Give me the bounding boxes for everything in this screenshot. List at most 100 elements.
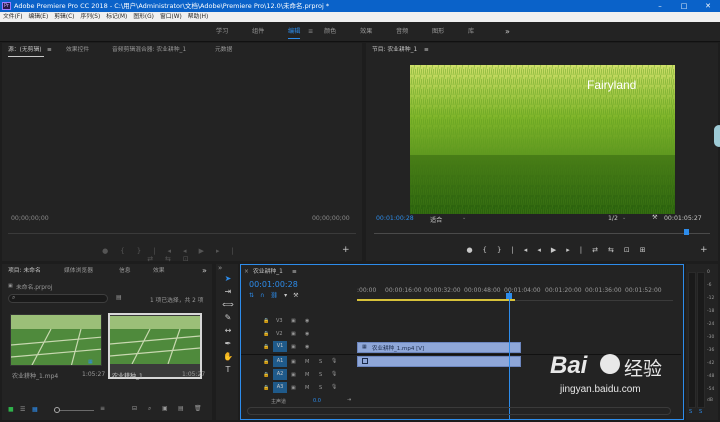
slip-tool-icon[interactable]: ↔ [222, 325, 234, 337]
sync-lock-icon[interactable]: ▣ [291, 385, 296, 391]
mute-button[interactable]: M [305, 372, 309, 378]
program-time-ruler[interactable] [374, 233, 710, 238]
track-name[interactable]: A2 [273, 369, 287, 380]
zoom-slider-handle[interactable] [54, 407, 60, 413]
workspace-color[interactable]: 颜色 [324, 22, 336, 42]
menu-sequence[interactable]: 序列(S) [77, 12, 103, 22]
menu-edit[interactable]: 编辑(E) [25, 12, 51, 22]
wrench-icon[interactable]: ⚒ [652, 214, 658, 221]
eye-icon[interactable]: ◉ [305, 331, 309, 337]
automate-icon[interactable]: ⊟ [132, 405, 137, 412]
tab-project[interactable]: 项目: 未命名 [8, 264, 41, 278]
tab-info[interactable]: 信息 [119, 264, 131, 278]
trash-icon[interactable]: 🗑 [194, 405, 202, 412]
playhead-handle[interactable] [506, 293, 512, 299]
workspace-editing[interactable]: 编辑 [288, 22, 301, 42]
hand-tool-icon[interactable]: ✋ [222, 351, 234, 363]
timeline-scrollbar[interactable] [247, 407, 671, 415]
tab-effects[interactable]: 效果 [153, 264, 165, 278]
fit-dropdown[interactable]: 适合 [430, 215, 442, 224]
sync-lock-icon[interactable]: ▣ [291, 344, 296, 350]
list-view-icon[interactable]: ☰ [20, 406, 25, 413]
lock-icon[interactable]: ■ [8, 406, 14, 413]
more-panels-icon[interactable]: » [202, 264, 207, 278]
tab-media-browser[interactable]: 媒体浏览器 [64, 264, 93, 278]
workspace-menu-icon[interactable]: ≡ [308, 22, 313, 42]
workspace-audio[interactable]: 音频 [396, 22, 408, 42]
solo-button[interactable]: S [319, 372, 322, 378]
go-to-end-icon[interactable]: ⇥ [347, 397, 351, 403]
find-icon[interactable]: ⌕ [148, 405, 151, 413]
track-name[interactable]: A1 [273, 356, 287, 367]
icon-view-icon[interactable]: ▦ [32, 406, 38, 413]
meter-solo-left-button[interactable]: S [689, 409, 692, 415]
type-tool-icon[interactable]: T [222, 364, 234, 376]
ripple-edit-tool-icon[interactable]: ⟺ [222, 299, 234, 311]
track-lock-icon[interactable]: 🔒 [263, 331, 269, 337]
search-input[interactable] [8, 294, 108, 303]
fit-chevron-down-icon[interactable]: ⌄ [462, 215, 466, 221]
sort-icon[interactable]: ≡ [100, 405, 105, 412]
tab-metadata[interactable]: 元数据 [215, 43, 232, 57]
mute-button[interactable]: M [305, 359, 309, 365]
tab-effect-controls[interactable]: 效果控件 [66, 43, 89, 57]
linked-selection-icon[interactable]: ⛓ [270, 292, 284, 299]
tab-source[interactable]: 源：(无剪辑) [8, 43, 42, 57]
track-lock-icon[interactable]: 🔒 [263, 359, 269, 365]
tab-audio-clip-mixer[interactable]: 音频剪辑混合器: 农业耕种_1 [112, 43, 186, 57]
workspace-graphics[interactable]: 图形 [432, 22, 444, 42]
menu-clip[interactable]: 剪辑(C) [51, 12, 77, 22]
timeline-playhead[interactable] [509, 291, 510, 419]
sequence-item-thumbnail[interactable] [108, 313, 202, 379]
sync-lock-icon[interactable]: ▣ [291, 359, 296, 365]
meter-solo-right-button[interactable]: S [699, 409, 702, 415]
program-title[interactable]: 节目: 农业耕种_1 [372, 43, 417, 57]
voiceover-mic-icon[interactable]: 🎙 [331, 371, 337, 377]
work-area-bar[interactable] [357, 299, 515, 301]
track-lock-icon[interactable]: 🔒 [263, 372, 269, 378]
menu-help[interactable]: 帮助(H) [185, 12, 211, 22]
track-lock-icon[interactable]: 🔒 [263, 344, 269, 350]
timeline-tab[interactable]: 农业耕种_1 [253, 265, 283, 279]
voiceover-mic-icon[interactable]: 🎙 [331, 358, 337, 364]
side-handle[interactable] [714, 125, 720, 147]
nest-icon[interactable]: ⇅ [249, 292, 260, 299]
master-volume-value[interactable]: 0.0 [313, 398, 321, 404]
timeline-timecode[interactable]: 00:01:00:28 [249, 280, 298, 289]
minimize-button[interactable]: – [648, 0, 672, 12]
menu-window[interactable]: 窗口(W) [157, 12, 185, 22]
more-workspaces-icon[interactable]: » [505, 22, 510, 42]
new-bin-icon[interactable]: ▤ [116, 294, 122, 301]
workspace-libraries[interactable]: 库 [468, 22, 474, 42]
timeline-menu-icon[interactable]: ≡ [292, 265, 297, 279]
snap-icon[interactable]: ∩ [260, 292, 270, 299]
eye-icon[interactable]: ◉ [305, 344, 309, 350]
workspace-effects[interactable]: 效果 [360, 22, 372, 42]
mute-button[interactable]: M [305, 385, 309, 391]
audio-clip[interactable] [357, 356, 521, 367]
workspace-assembly[interactable]: 组件 [252, 22, 264, 42]
program-add-button-icon[interactable]: + [700, 245, 708, 255]
new-item-icon[interactable]: ▤ [178, 405, 184, 412]
maximize-button[interactable]: □ [672, 0, 696, 12]
track-select-tool-icon[interactable]: ⇥ [222, 286, 234, 298]
timeline-close-icon[interactable]: × [244, 265, 249, 279]
track-lock-icon[interactable]: 🔒 [263, 385, 269, 391]
add-marker-icon[interactable]: ▾ [284, 292, 293, 299]
source-menu-icon[interactable]: ≡ [47, 43, 52, 57]
source-add-button-icon[interactable]: + [342, 245, 350, 255]
new-bin-bottom-icon[interactable]: ▣ [162, 405, 168, 412]
source-timecode-in[interactable]: 00;00;00;00 [11, 215, 49, 222]
video-clip[interactable]: ▦ 农业耕种_1.mp4 [V] [357, 342, 521, 353]
sync-lock-icon[interactable]: ▣ [291, 372, 296, 378]
close-window-button[interactable]: ✕ [696, 0, 720, 12]
menu-marker[interactable]: 标记(M) [103, 12, 130, 22]
track-name[interactable]: V1 [273, 341, 287, 352]
resolution-chevron-down-icon[interactable]: ⌄ [622, 215, 626, 221]
source-time-ruler[interactable] [8, 233, 356, 238]
sync-lock-icon[interactable]: ▣ [291, 318, 296, 324]
solo-button[interactable]: S [319, 385, 322, 391]
program-timecode[interactable]: 00:01:00:28 [376, 215, 414, 222]
razor-tool-icon[interactable]: ✎ [222, 312, 234, 324]
program-playhead[interactable] [684, 229, 689, 235]
